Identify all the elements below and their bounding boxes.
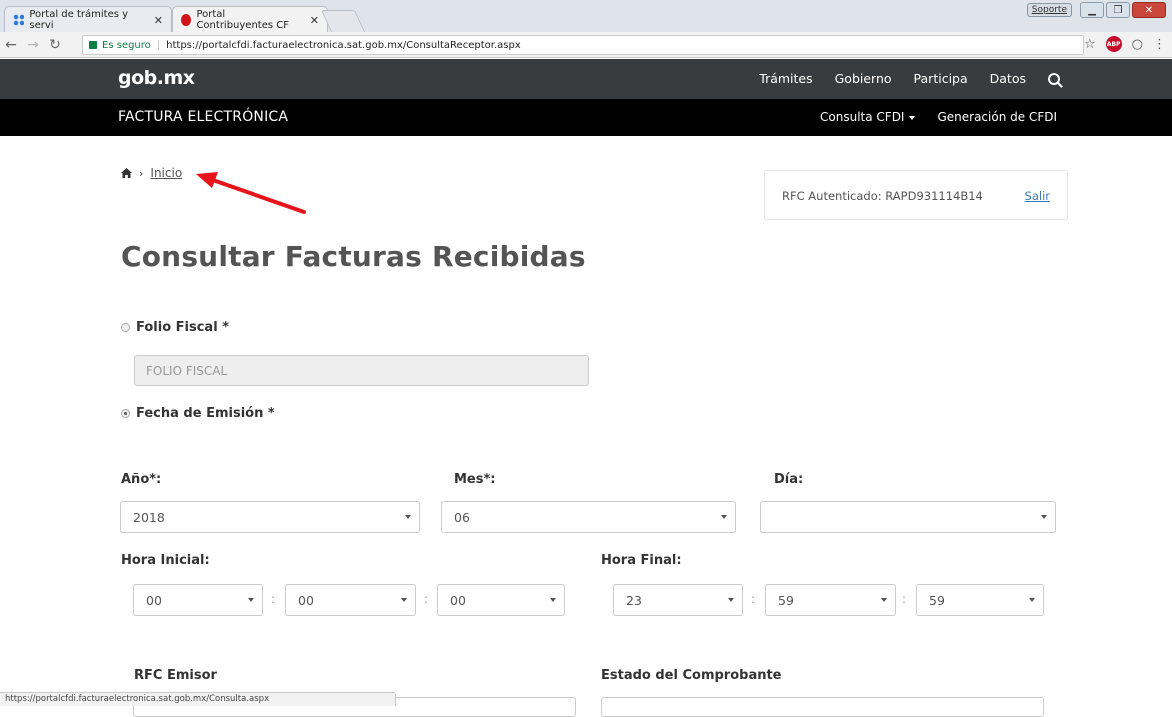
hora-final-second-select[interactable]: 59 xyxy=(916,584,1044,616)
reload-icon[interactable]: ↻ xyxy=(44,37,66,53)
browser-toolbar: ← → ↻ Es seguro | https://portalcfdi.fac… xyxy=(0,32,1172,58)
hora-inicial-second-select[interactable]: 00 xyxy=(437,584,565,616)
consulta-cfdi-menu[interactable]: Consulta CFDI xyxy=(820,110,916,124)
select-value: 00 xyxy=(298,593,314,608)
search-icon[interactable] xyxy=(1048,72,1060,85)
maximize-icon[interactable]: ❐ xyxy=(1106,2,1130,18)
time-separator: : xyxy=(902,592,907,606)
folio-radio[interactable] xyxy=(121,323,130,332)
select-value: 00 xyxy=(450,593,466,608)
dropdown-arrow-icon xyxy=(248,598,254,602)
forward-arrow-icon[interactable]: → xyxy=(22,37,44,53)
hora-inicial-hour-select[interactable]: 00 xyxy=(133,584,263,616)
hora-inicial-minute-select[interactable]: 00 xyxy=(285,584,416,616)
select-value: 00 xyxy=(146,593,162,608)
page-title: Consultar Facturas Recibidas xyxy=(121,240,586,273)
nav-tramites[interactable]: Trámites xyxy=(759,71,812,86)
tab-title: Portal de trámites y servi xyxy=(29,9,129,31)
subheader-nav: Consulta CFDI Generación de CFDI xyxy=(820,110,1057,124)
select-value: 59 xyxy=(929,593,945,608)
select-value: 23 xyxy=(626,593,642,608)
caret-down-icon xyxy=(909,115,916,120)
grid-favicon-icon xyxy=(13,14,25,26)
adblock-extension-icon[interactable]: ABP xyxy=(1105,36,1122,52)
soporte-button[interactable]: Soporte xyxy=(1026,3,1072,17)
lock-icon xyxy=(89,41,97,49)
session-panel: RFC Autenticado: RAPD931114B14 Salir xyxy=(764,170,1068,220)
time-separator: : xyxy=(424,592,429,606)
menu-dots-icon[interactable]: ⋮ xyxy=(1153,37,1166,52)
browser-tab-portal[interactable]: Portal Contribuyentes CF ✕ xyxy=(172,6,328,33)
folio-fiscal-input[interactable]: FOLIO FISCAL xyxy=(134,355,589,386)
hora-final-minute-select[interactable]: 59 xyxy=(765,584,896,616)
time-separator: : xyxy=(271,592,276,606)
close-window-icon[interactable]: ✕ xyxy=(1132,2,1166,18)
close-tab-icon[interactable]: ✕ xyxy=(310,14,319,27)
window-controls: Soporte ▁ ❐ ✕ xyxy=(1026,2,1166,18)
dropdown-arrow-icon xyxy=(728,598,734,602)
red-arrow-icon xyxy=(196,172,306,214)
fecha-label: Fecha de Emisión * xyxy=(136,406,275,421)
breadcrumb-inicio-link[interactable]: Inicio xyxy=(150,166,182,180)
dropdown-arrow-icon xyxy=(1041,515,1047,519)
select-value: 59 xyxy=(778,593,794,608)
rfc-emisor-label: RFC Emisor xyxy=(134,668,217,683)
anio-select[interactable]: 2018 xyxy=(120,501,420,533)
breadcrumb: › Inicio xyxy=(121,166,182,180)
minimize-icon[interactable]: ▁ xyxy=(1080,2,1104,18)
mes-label: Mes*: xyxy=(454,472,496,487)
toolbar-actions: ☆ ABP ○ ⋮ xyxy=(1084,36,1166,52)
anio-label: Año*: xyxy=(121,472,162,487)
dropdown-arrow-icon xyxy=(405,515,411,519)
dia-select[interactable] xyxy=(760,501,1056,533)
browser-tab-strip: Portal de trámites y servi ✕ Portal Cont… xyxy=(0,0,1172,33)
nav-participa[interactable]: Participa xyxy=(914,71,968,86)
factura-subheader: FACTURA ELECTRÓNICA Consulta CFDI Genera… xyxy=(0,99,1172,136)
hora-final-label: Hora Final: xyxy=(601,553,682,568)
hora-inicial-label: Hora Inicial: xyxy=(121,553,210,568)
status-bar-url: https://portalcfdi.facturaelectronica.sa… xyxy=(0,692,396,706)
gobmx-header: gob.mx Trámites Gobierno Participa Datos xyxy=(0,59,1172,99)
section-title: FACTURA ELECTRÓNICA xyxy=(118,109,289,125)
url-text: https://portalcfdi.facturaelectronica.sa… xyxy=(166,39,521,51)
close-tab-icon[interactable]: ✕ xyxy=(154,14,163,27)
logout-link[interactable]: Salir xyxy=(1025,189,1050,203)
generacion-cfdi-link[interactable]: Generación de CFDI xyxy=(937,110,1057,124)
folio-label: Folio Fiscal * xyxy=(136,320,229,335)
dropdown-arrow-icon xyxy=(550,598,556,602)
chevron-right-icon: › xyxy=(139,166,144,180)
consulta-cfdi-label: Consulta CFDI xyxy=(820,110,905,124)
anio-value: 2018 xyxy=(133,510,165,525)
fecha-emision-option[interactable]: Fecha de Emisión * xyxy=(121,406,275,421)
dropdown-arrow-icon xyxy=(721,515,727,519)
time-separator: : xyxy=(751,592,756,606)
tab-title: Portal Contribuyentes CF xyxy=(196,9,289,31)
browser-tab-tramites[interactable]: Portal de trámites y servi ✕ xyxy=(4,6,172,33)
nav-datos[interactable]: Datos xyxy=(990,71,1026,86)
dropdown-arrow-icon xyxy=(401,598,407,602)
bookmark-star-icon[interactable]: ☆ xyxy=(1084,37,1096,52)
red-dot-favicon-icon xyxy=(181,14,192,26)
mes-value: 06 xyxy=(454,510,470,525)
estado-comprobante-label: Estado del Comprobante xyxy=(601,668,782,683)
extension-circle-icon[interactable]: ○ xyxy=(1132,37,1143,52)
rfc-authenticated-label: RFC Autenticado: RAPD931114B14 xyxy=(782,189,983,203)
gobmx-logo[interactable]: gob.mx xyxy=(118,67,195,89)
nav-gobierno[interactable]: Gobierno xyxy=(835,71,892,86)
dia-label: Día: xyxy=(774,472,804,487)
dropdown-arrow-icon xyxy=(881,598,887,602)
fecha-radio[interactable] xyxy=(121,409,130,418)
dropdown-arrow-icon xyxy=(1029,598,1035,602)
back-arrow-icon[interactable]: ← xyxy=(0,37,22,53)
hora-final-hour-select[interactable]: 23 xyxy=(613,584,743,616)
url-separator: | xyxy=(156,39,161,51)
header-nav: Trámites Gobierno Participa Datos xyxy=(759,71,1060,86)
mes-select[interactable]: 06 xyxy=(441,501,736,533)
address-bar[interactable]: Es seguro | https://portalcfdi.facturael… xyxy=(82,35,1084,55)
estado-comprobante-select[interactable] xyxy=(601,697,1044,717)
secure-label: Es seguro xyxy=(102,39,151,51)
home-icon[interactable] xyxy=(121,168,132,178)
folio-fiscal-option[interactable]: Folio Fiscal * xyxy=(121,320,229,335)
